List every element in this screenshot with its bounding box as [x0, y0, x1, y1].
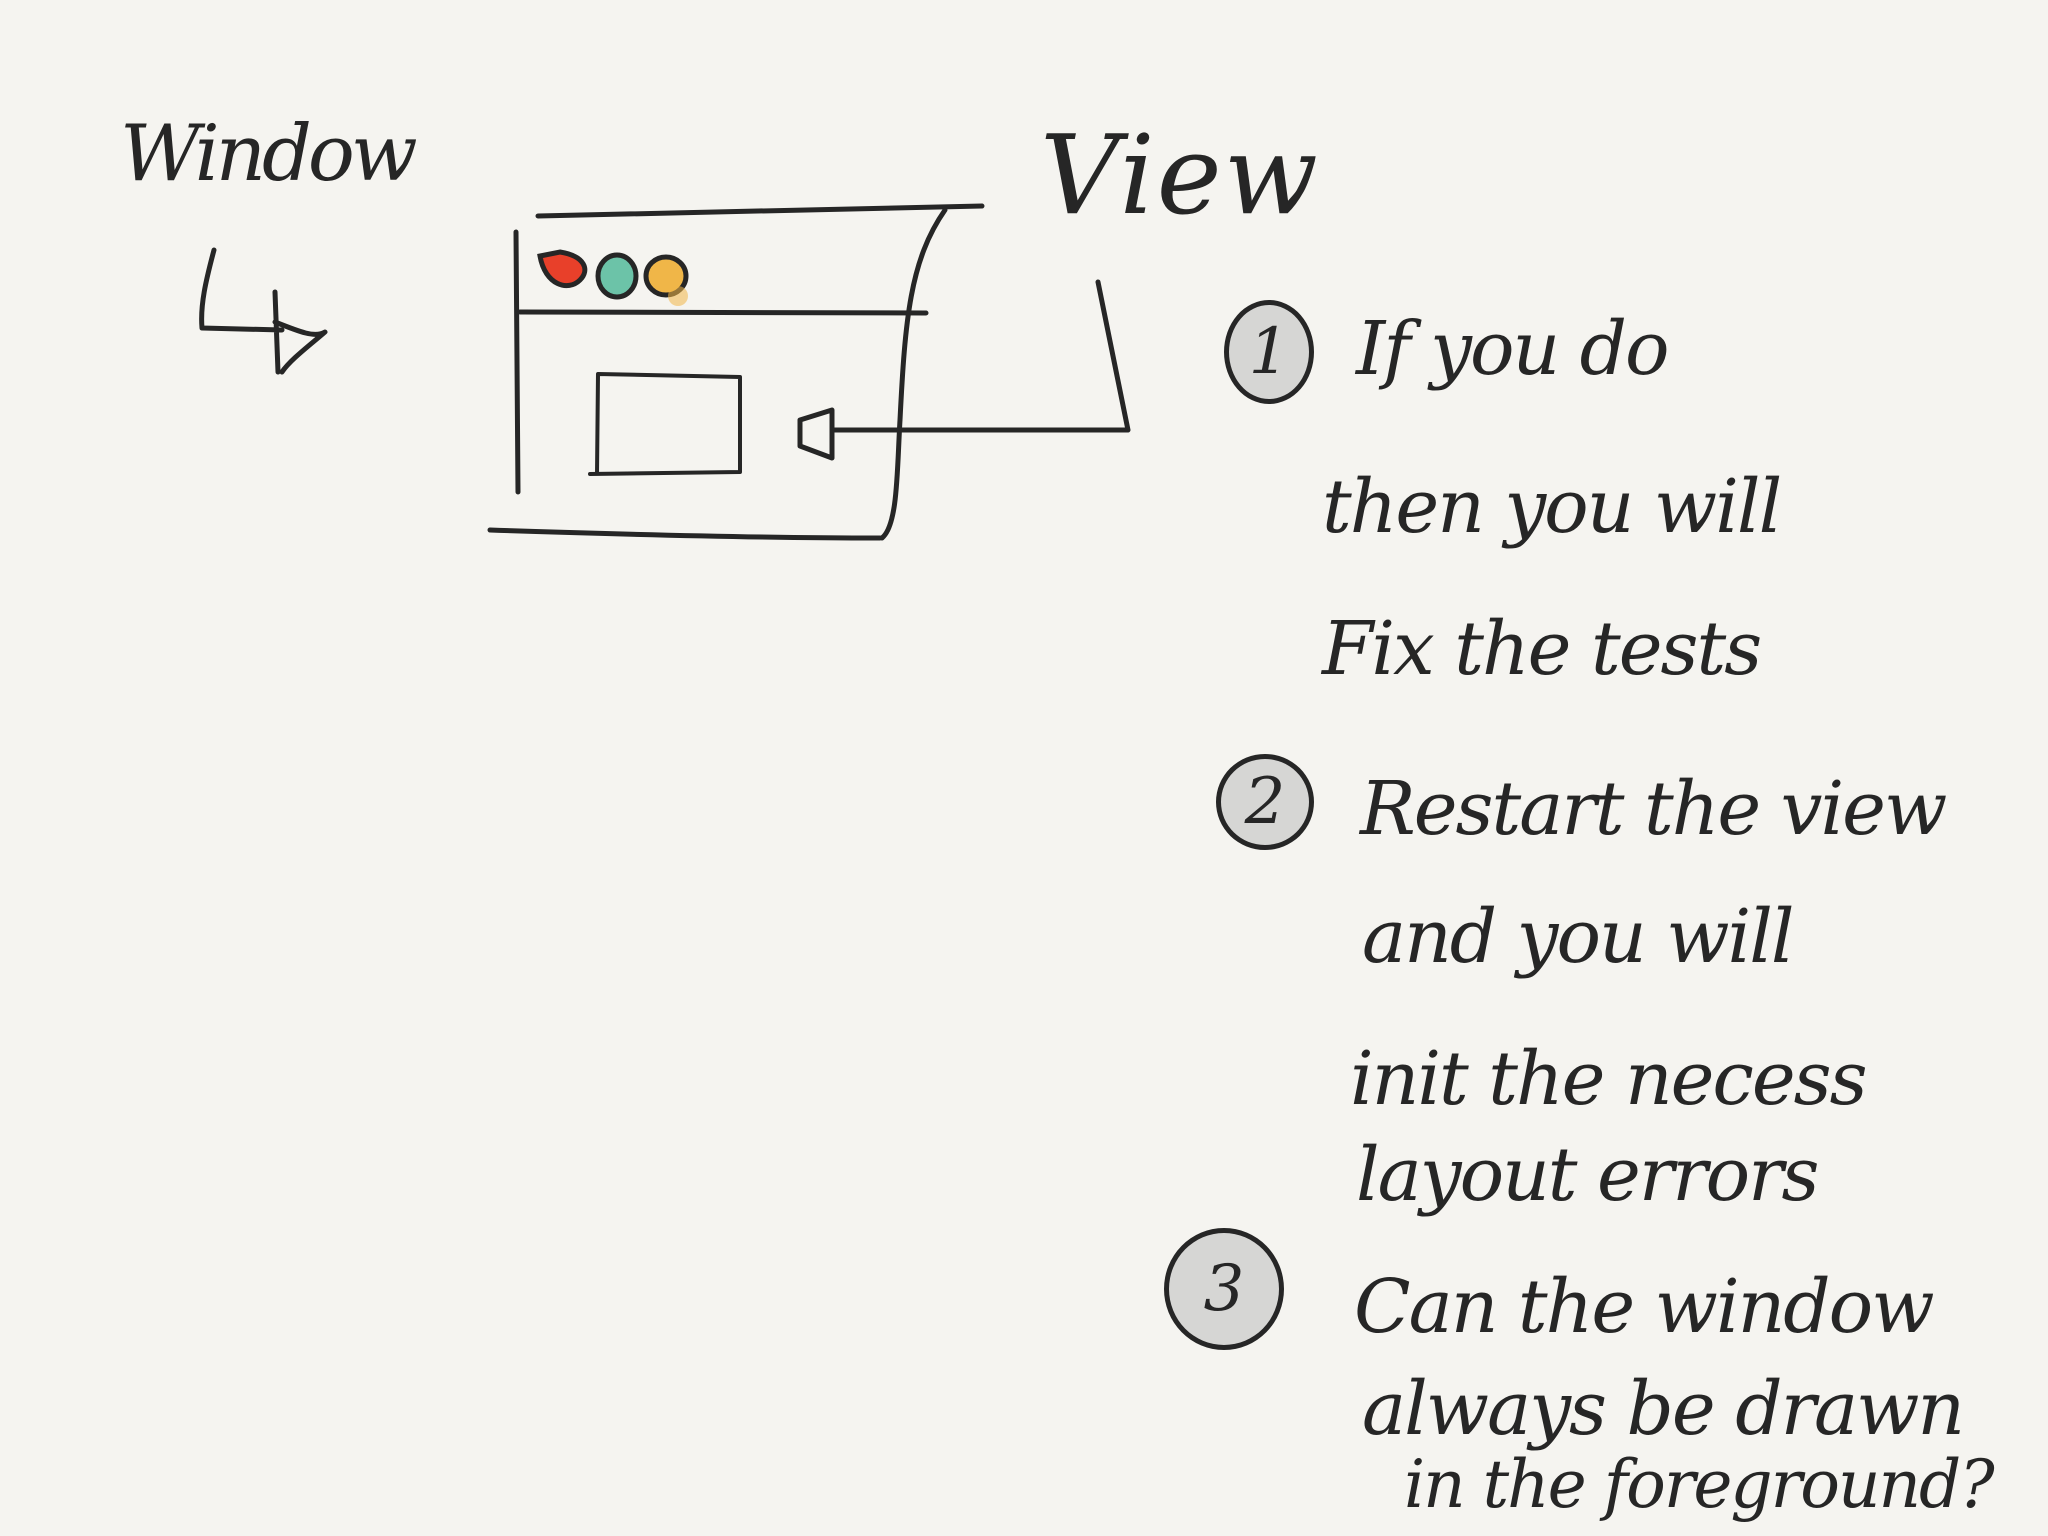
note-2-badge: 2: [1216, 754, 1314, 850]
view-pointer-line: [829, 279, 1131, 433]
inner-view-box: [588, 372, 742, 476]
window-frame-left: [513, 229, 521, 495]
minimize-light-icon: [595, 252, 639, 300]
window-label: Window: [120, 109, 418, 199]
note-2-line-3: init the necess: [1350, 1036, 1868, 1122]
sketch-canvas: Window View 1 If you do then you will Fi…: [0, 0, 2048, 1536]
note-1-badge: 1: [1224, 300, 1314, 404]
traffic-lights: [537, 249, 689, 306]
note-2-line-4: layout errors: [1356, 1132, 1820, 1218]
window-frame-top: [535, 203, 985, 219]
note-3-badge: 3: [1164, 1228, 1284, 1350]
window-pointer-arrow: [199, 247, 328, 375]
note-3-line-2: always be drawn: [1362, 1366, 1965, 1452]
note-3-line-1: Can the window: [1354, 1264, 1935, 1350]
note-2-line-2: and you will: [1362, 894, 1795, 980]
note-3-line-3: in the foreground?: [1404, 1446, 1995, 1523]
close-light-icon: [537, 249, 588, 289]
view-label: View: [1040, 111, 1320, 239]
note-1-line-1: If you do: [1356, 306, 1670, 392]
note-2-line-1: Restart the view: [1360, 766, 1947, 852]
note-1-line-2: then you will: [1322, 464, 1782, 550]
view-pointer-arrowhead: [797, 407, 835, 461]
zoom-light-highlight: [668, 286, 688, 306]
note-1-line-3: Fix the tests: [1322, 606, 1762, 692]
window-title-bar-divider: [517, 309, 929, 316]
window-frame-bottom: [487, 527, 883, 541]
window-frame-right-curve: [879, 207, 948, 541]
